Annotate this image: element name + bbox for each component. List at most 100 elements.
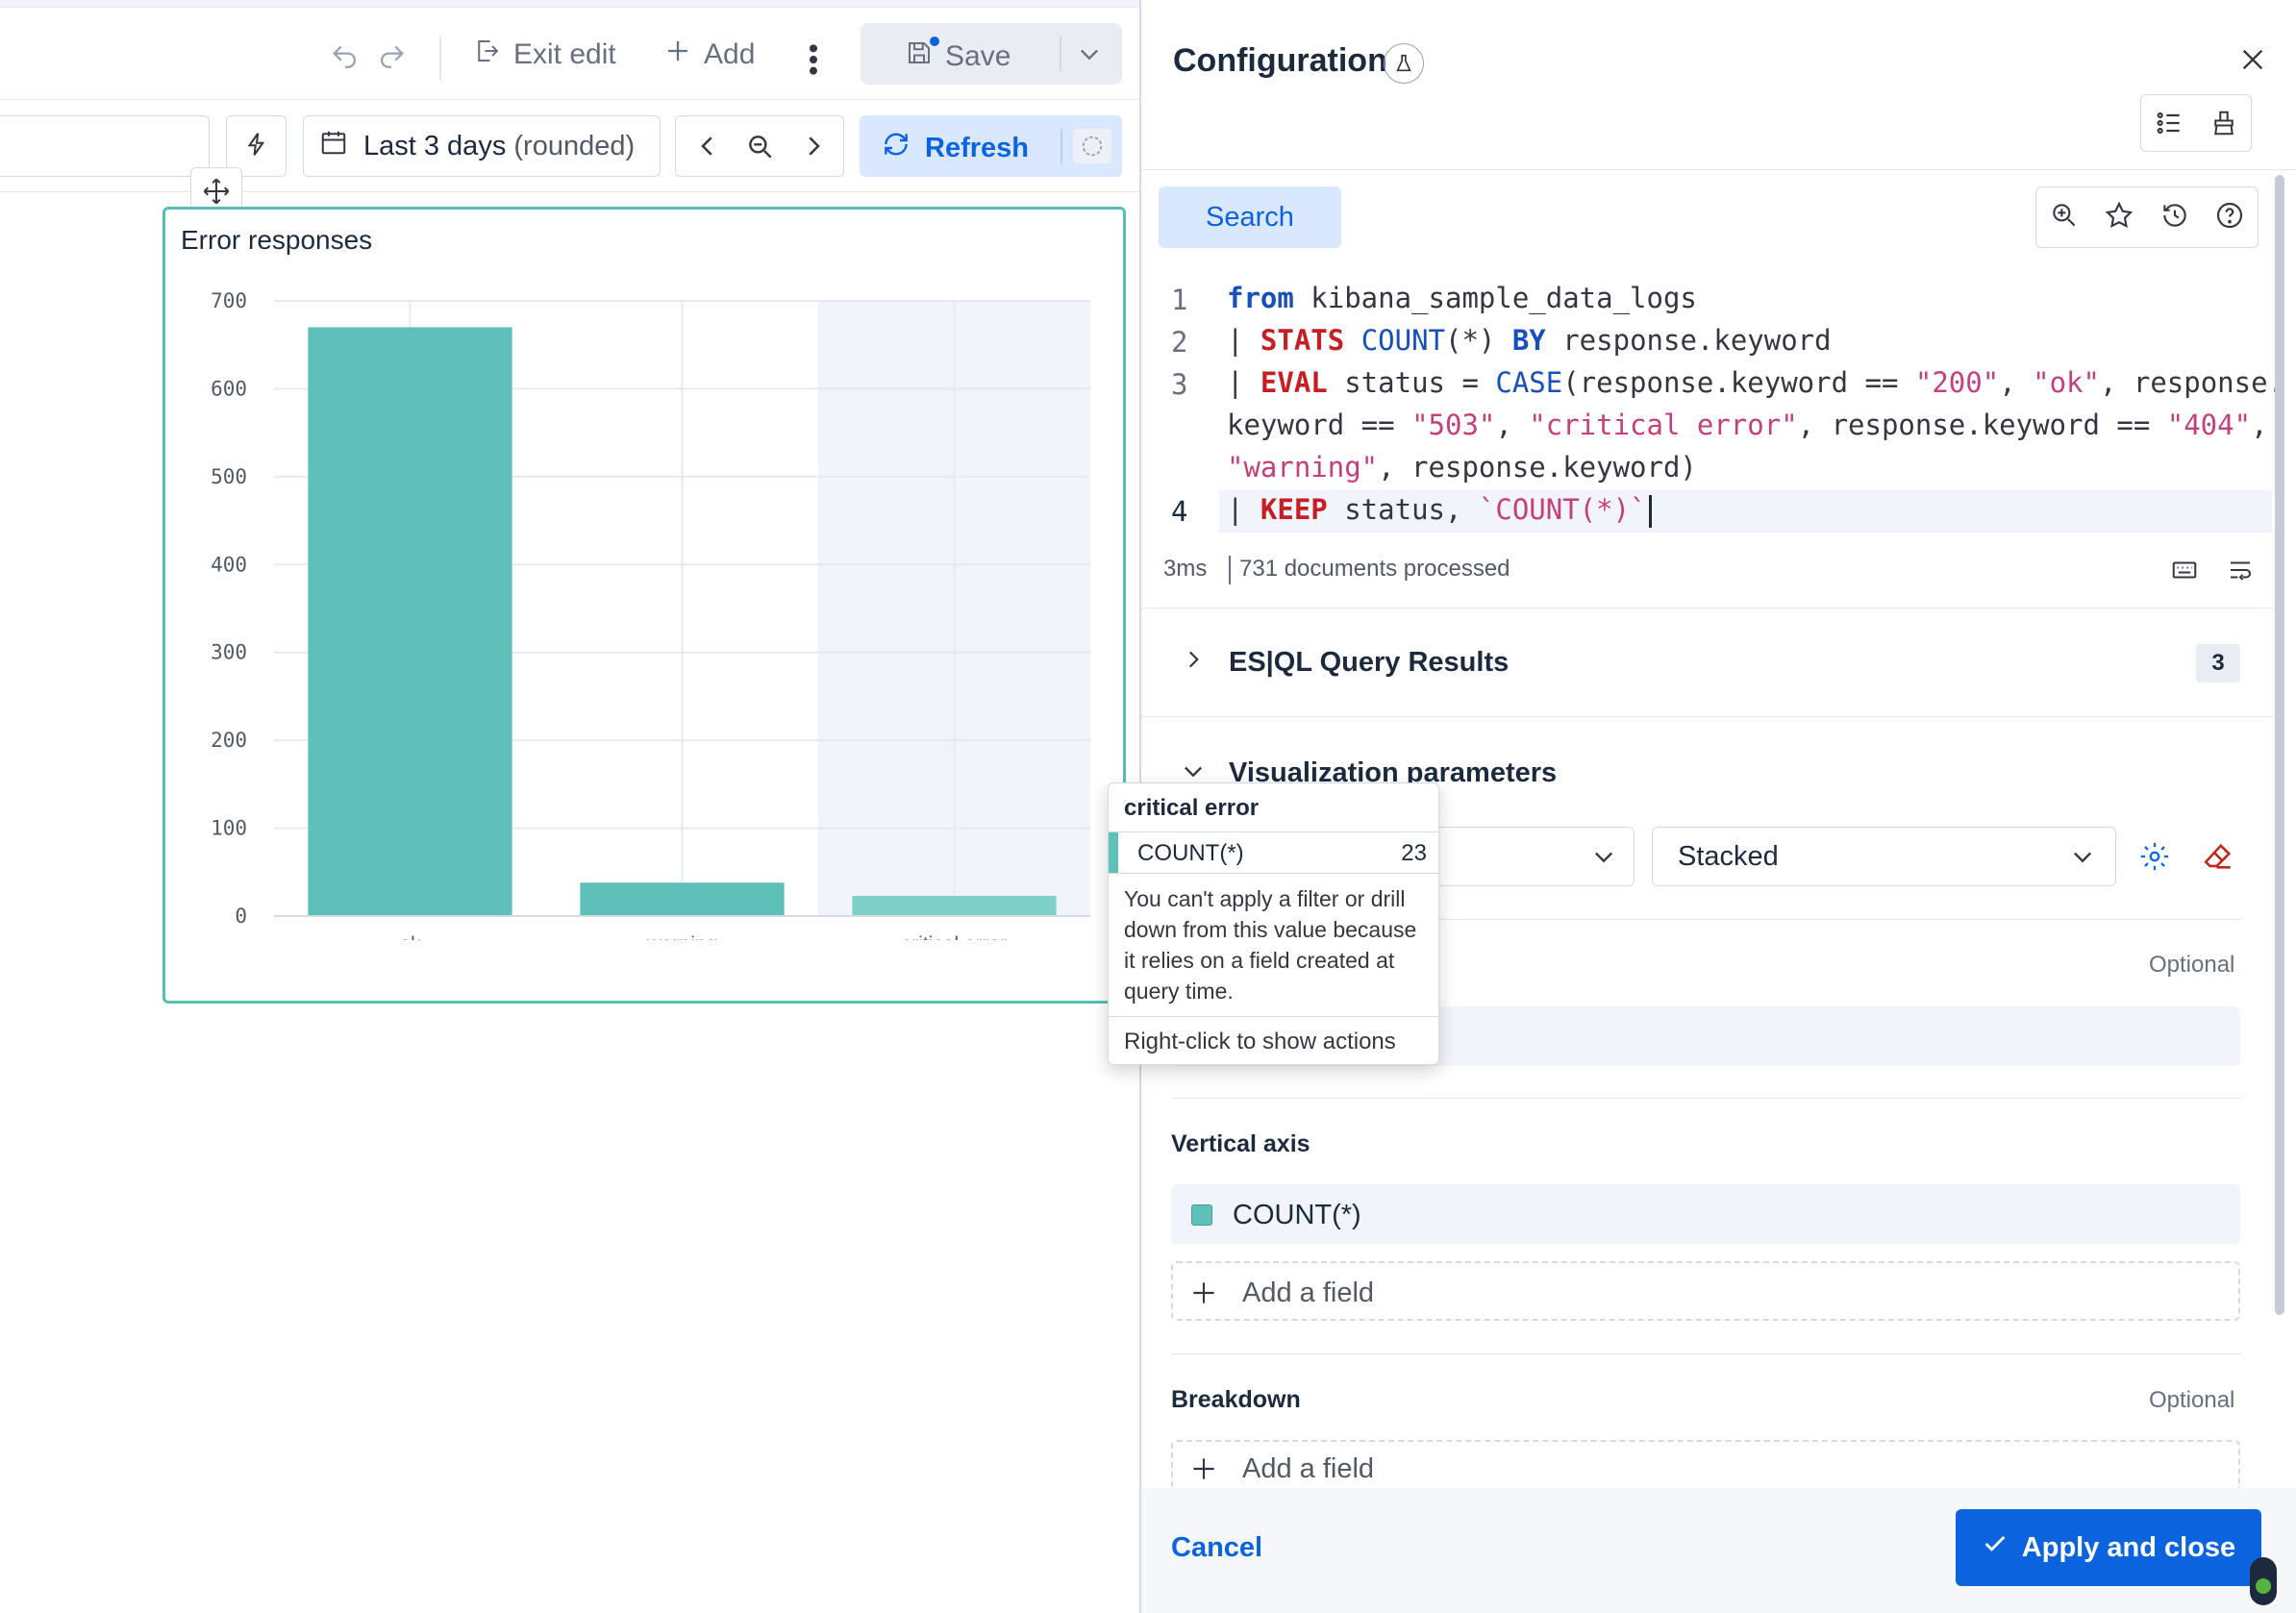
redo-icon[interactable] xyxy=(375,38,408,76)
clear-brush-icon[interactable] xyxy=(2196,109,2251,137)
remove-layer-eraser-icon[interactable] xyxy=(2202,840,2234,878)
flyout-scrollbar[interactable] xyxy=(2275,175,2284,1315)
chevron-down-icon xyxy=(2068,843,2097,875)
vertical-axis-field-label: COUNT(*) xyxy=(1233,1200,1361,1230)
refresh-icon xyxy=(881,129,911,167)
star-icon[interactable] xyxy=(2104,200,2134,236)
results-accordion[interactable]: ES|QL Query Results 3 xyxy=(1175,639,2242,687)
stacking-mode-select[interactable]: Stacked xyxy=(1652,827,2116,886)
history-icon[interactable] xyxy=(2159,200,2190,236)
keyword: KEEP xyxy=(1260,493,1328,526)
text-cursor xyxy=(1648,495,1652,528)
x-tick-label: critical error xyxy=(902,933,1008,940)
next-period-icon[interactable] xyxy=(799,132,828,165)
string: "warning" xyxy=(1227,451,1379,484)
code-text: status, xyxy=(1327,493,1479,526)
keyword: EVAL xyxy=(1260,366,1328,399)
esql-editor[interactable]: 1 2 3 4 from kibana_sample_data_logs | S… xyxy=(1144,274,2284,543)
y-tick-label: 100 xyxy=(211,817,247,840)
status-dot xyxy=(2256,1578,2271,1594)
code-text: , xyxy=(1495,409,1530,441)
y-tick-label: 0 xyxy=(235,905,247,928)
bar-warning xyxy=(580,882,785,916)
line-number: 3 xyxy=(1171,368,1188,401)
apply-and-close-button[interactable]: Apply and close xyxy=(1956,1509,2261,1586)
code-text: , xyxy=(2251,409,2268,441)
save-label: Save xyxy=(945,40,1011,72)
chart-type-select[interactable] xyxy=(1423,827,1635,886)
code-text: (*) xyxy=(1445,324,1512,357)
refresh-button[interactable]: Refresh xyxy=(881,129,1029,167)
add-breakdown-field-button[interactable]: Add a field xyxy=(1171,1440,2240,1488)
add-vertical-field-button[interactable]: Add a field xyxy=(1171,1261,2240,1321)
date-navigation xyxy=(675,115,844,177)
visualization-panel[interactable]: Error responses 0 100 200 300 400 500 600 700 ok… xyxy=(162,207,1126,1004)
series-color-swatch xyxy=(1191,1204,1212,1226)
tooltip-series-row: COUNT(*) 23 xyxy=(1109,831,1438,874)
keyword: STATS xyxy=(1260,324,1345,357)
query-tool-buttons xyxy=(2035,186,2259,248)
save-button-group: Save xyxy=(861,23,1122,85)
string: "503" xyxy=(1411,409,1496,441)
function: CASE xyxy=(1495,366,1563,399)
cancel-button[interactable]: Cancel xyxy=(1171,1532,1262,1564)
section-divider xyxy=(1141,716,2276,717)
section-divider xyxy=(1171,1353,2242,1354)
add-field-label: Add a field xyxy=(1242,1453,1375,1484)
zoom-out-icon[interactable] xyxy=(745,132,776,167)
refresh-label: Refresh xyxy=(925,132,1029,163)
close-icon[interactable] xyxy=(2237,44,2268,80)
function: COUNT xyxy=(1344,324,1445,357)
query-input[interactable] xyxy=(0,115,210,177)
toolbar-divider xyxy=(439,37,441,81)
string: "ok" xyxy=(2033,366,2100,399)
settings-gear-icon[interactable] xyxy=(2138,840,2171,878)
search-tab[interactable]: Search xyxy=(1159,186,1341,248)
add-panel-button[interactable]: Add xyxy=(663,37,755,73)
flyout-header-divider xyxy=(1141,169,2296,170)
code-line-2: | STATS COUNT(*) BY response.keyword xyxy=(1227,324,1832,357)
code-line-3-wrap-1: keyword == "503", "critical error", resp… xyxy=(1227,409,2268,441)
date-range-label: Last 3 days xyxy=(363,130,507,161)
code-text: status = xyxy=(1327,366,1496,399)
bar-chart: 0 100 200 300 400 500 600 700 ok warning critical … xyxy=(211,289,1090,940)
save-options-chevron-icon[interactable] xyxy=(1074,40,1105,72)
wrap-lines-icon[interactable] xyxy=(2225,556,2256,589)
exit-icon xyxy=(473,37,502,73)
more-options-icon[interactable] xyxy=(800,40,827,84)
documents-processed: 731 documents processed xyxy=(1239,556,1510,582)
keyboard-shortcuts-icon[interactable] xyxy=(2169,556,2200,589)
chart-tooltip: critical error COUNT(*) 23 You can't app… xyxy=(1108,782,1439,1065)
top-strip xyxy=(0,0,1139,8)
unsaved-changes-dot xyxy=(928,35,941,48)
y-tick-label: 500 xyxy=(211,465,247,488)
x-tick-label: warning xyxy=(646,933,718,940)
vertical-axis-field[interactable]: COUNT(*) xyxy=(1171,1184,2240,1244)
date-picker[interactable]: Last 3 days (rounded) xyxy=(303,115,661,177)
code-line-1: from kibana_sample_data_logs xyxy=(1227,282,1697,314)
code-text: , response.keyword) xyxy=(1378,451,1697,484)
bar-critical-error xyxy=(852,895,1057,916)
code-line-4: | KEEP status, `COUNT(*)` xyxy=(1227,493,1652,528)
previous-period-icon[interactable] xyxy=(693,132,722,165)
string: "critical error" xyxy=(1529,409,1798,441)
undo-icon[interactable] xyxy=(329,38,362,76)
vertical-axis-label: Vertical axis xyxy=(1171,1130,1310,1157)
add-field-label: Add a field xyxy=(1242,1278,1375,1308)
string: "200" xyxy=(1914,366,2000,399)
technical-preview-beaker-icon[interactable] xyxy=(1384,43,1424,84)
auto-refresh-icon[interactable] xyxy=(1073,129,1111,163)
help-icon[interactable] xyxy=(2214,200,2245,236)
code-text: kibana_sample_data_logs xyxy=(1293,282,1697,314)
code-text: , response. xyxy=(2099,366,2285,399)
panel-title: Error responses xyxy=(181,225,373,255)
status-indicator xyxy=(2250,1557,2277,1605)
ai-search-icon[interactable] xyxy=(2049,200,2080,236)
exit-edit-button[interactable]: Exit edit xyxy=(473,37,616,73)
list-view-icon[interactable] xyxy=(2141,108,2196,138)
lightning-icon xyxy=(242,130,271,163)
optional-label: Optional xyxy=(2149,1387,2235,1413)
tooltip-title: critical error xyxy=(1124,795,1260,821)
save-button[interactable]: Save xyxy=(905,38,1011,75)
query-timing: 3ms xyxy=(1163,556,1208,582)
